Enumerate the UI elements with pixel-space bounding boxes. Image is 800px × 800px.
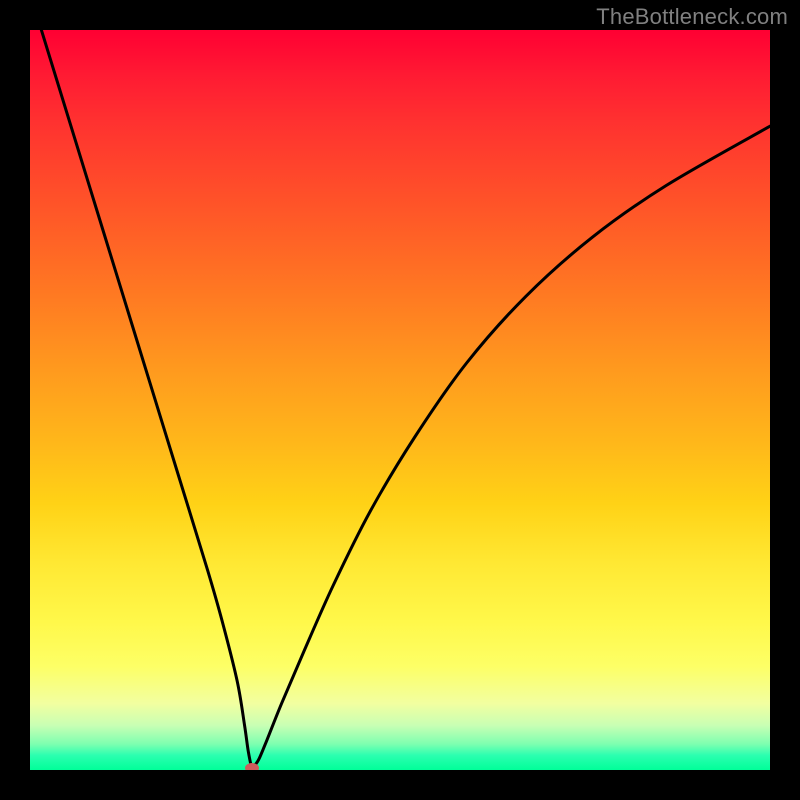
curve-layer [30,30,770,770]
chart-frame: TheBottleneck.com [0,0,800,800]
watermark-text: TheBottleneck.com [596,4,788,30]
bottleneck-curve [30,30,770,768]
optimum-marker [245,763,259,770]
plot-area [30,30,770,770]
